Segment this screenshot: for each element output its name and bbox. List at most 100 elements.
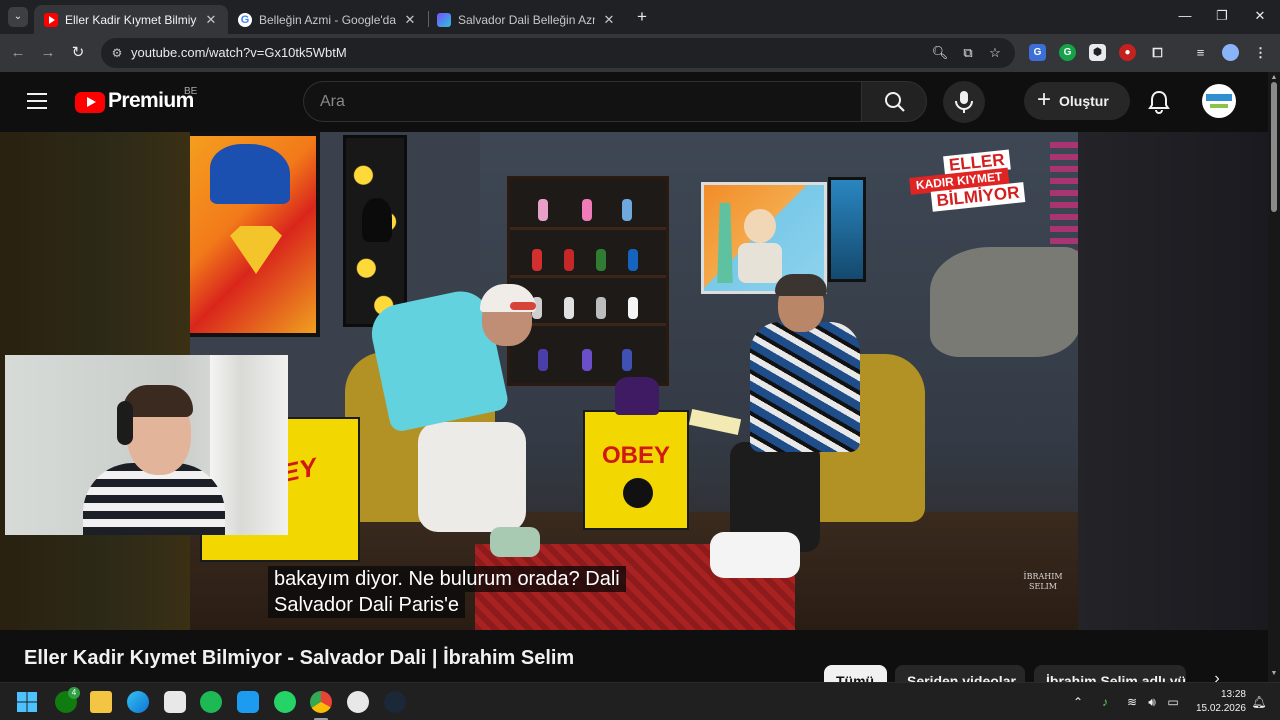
whatsapp-icon[interactable] xyxy=(274,691,296,713)
tab-salvador-dali[interactable]: Salvador Dali Belleğin Azmi Tab ✕ xyxy=(427,5,626,34)
install-app-icon[interactable]: ⧉ xyxy=(959,44,977,62)
helmet-figure xyxy=(362,198,392,242)
toy-figure xyxy=(628,249,638,271)
purple-sculpture xyxy=(615,377,659,415)
account-avatar[interactable] xyxy=(1202,84,1236,118)
signature-watermark: İBRAHIM SELIM xyxy=(1023,572,1063,591)
twitter-icon[interactable] xyxy=(237,691,259,713)
translate-extension-icon[interactable]: G xyxy=(1029,44,1046,61)
plus-icon: + xyxy=(1037,86,1052,113)
spotify-icon[interactable] xyxy=(200,691,222,713)
chrome-icon[interactable] xyxy=(310,691,332,713)
chip-all[interactable]: Tümü xyxy=(824,665,887,682)
microphone-tray-icon[interactable]: ♪ xyxy=(1096,693,1114,711)
scroll-down-icon[interactable]: ▼ xyxy=(1270,670,1278,678)
site-info-icon[interactable]: ⚙ xyxy=(109,45,125,61)
toy-figure xyxy=(628,297,638,319)
reload-icon[interactable]: ↻ xyxy=(68,43,88,63)
toy-figure xyxy=(564,249,574,271)
search-button[interactable] xyxy=(861,81,927,122)
youtube-brand[interactable]: Premium xyxy=(108,89,194,113)
address-url[interactable]: youtube.com/watch?v=Gx10tk5WbtM xyxy=(131,45,347,60)
clock-time: 13:28 xyxy=(1220,689,1246,700)
grammarly-extension-icon[interactable]: G xyxy=(1059,44,1076,61)
screen: ⌄ Eller Kadir Kıymet Bilmiyor - Sal ✕ G … xyxy=(0,0,1280,720)
zoom-icon[interactable]: 🔍︎ xyxy=(931,44,949,62)
minimize-icon[interactable]: — xyxy=(1176,6,1194,26)
scroll-up-icon[interactable]: ▲ xyxy=(1270,74,1278,82)
host-hair xyxy=(775,274,827,296)
back-arrow-icon[interactable]: ← xyxy=(8,43,28,63)
video-frame[interactable]: ELLER KADIR KIYMET BİLMİYOR OBEY OBEY xyxy=(190,132,1078,630)
toy-figure xyxy=(582,349,592,371)
voice-search-button[interactable] xyxy=(943,81,985,123)
toy-figure xyxy=(622,199,632,221)
page-scrollbar[interactable]: ▲ ▼ xyxy=(1268,72,1280,682)
spaceship-sculpture xyxy=(930,247,1078,357)
system-clock[interactable]: 13:28 15.02.2026 xyxy=(1192,688,1246,716)
tab-search-chevron-icon[interactable]: ⌄ xyxy=(8,7,28,27)
tab-close-icon[interactable]: ✕ xyxy=(403,12,417,28)
shelf-board xyxy=(510,323,666,326)
chip-uploader-videos[interactable]: İbrahim Selim adlı yükleyicid xyxy=(1034,665,1186,682)
notifications-bell-icon[interactable] xyxy=(1146,89,1172,115)
create-label: Oluştur xyxy=(1059,93,1109,109)
toy-figure xyxy=(596,249,606,271)
kid-body xyxy=(738,243,782,283)
tab-close-icon[interactable]: ✕ xyxy=(602,12,616,28)
toy-figure xyxy=(622,349,632,371)
video-title: Eller Kadir Kıymet Bilmiyor - Salvador D… xyxy=(24,647,575,669)
superman-artwork xyxy=(190,132,320,337)
volume-icon[interactable]: 🔊︎ xyxy=(1143,693,1161,711)
scrollbar-thumb[interactable] xyxy=(1271,82,1277,212)
browser-menu-icon[interactable]: ⋮ xyxy=(1252,44,1269,61)
forward-arrow-icon[interactable]: → xyxy=(38,43,58,63)
show-hidden-icons-chevron-icon[interactable]: ⌃ xyxy=(1069,693,1087,711)
toy-figure xyxy=(564,297,574,319)
statue-figure xyxy=(717,203,733,283)
microphone-icon xyxy=(955,91,973,113)
generic-favicon-icon xyxy=(437,12,451,27)
caption-line: Salvador Dali Paris'e xyxy=(268,592,466,618)
close-window-icon[interactable]: ✕ xyxy=(1251,6,1269,26)
new-tab-plus-icon[interactable]: + xyxy=(633,7,651,27)
extension-red-icon[interactable]: ● xyxy=(1119,44,1136,61)
microsoft-store-icon[interactable] xyxy=(164,691,186,713)
search-icon xyxy=(885,92,905,112)
battery-icon[interactable]: ▭ xyxy=(1164,693,1182,711)
bookmark-star-icon[interactable]: ☆ xyxy=(986,44,1004,62)
tab-close-icon[interactable]: ✕ xyxy=(204,12,218,28)
host-notes xyxy=(688,408,742,436)
obey-crate-center: OBEY xyxy=(583,410,689,530)
tab-google-search[interactable]: G Belleğin Azmi - Google'da Ara ✕ xyxy=(228,5,427,34)
tab-youtube-video[interactable]: Eller Kadir Kıymet Bilmiyor - Sal ✕ xyxy=(34,5,228,34)
steam-icon[interactable] xyxy=(384,691,406,713)
subtitle-captions[interactable]: bakayım diyor. Ne bulurum orada? Dali Sa… xyxy=(268,566,626,618)
search-box xyxy=(303,81,861,122)
extension-hex-icon[interactable]: ⬢ xyxy=(1089,44,1106,61)
reading-list-icon[interactable]: ≡ xyxy=(1192,44,1209,61)
file-explorer-icon[interactable] xyxy=(90,691,112,713)
windows-start-icon[interactable] xyxy=(16,691,38,713)
ducks-artwork xyxy=(343,135,407,327)
host-shirt xyxy=(750,322,860,452)
youtube-logo-icon[interactable] xyxy=(75,92,105,113)
edge-browser-icon[interactable] xyxy=(127,691,149,713)
notification-icon[interactable]: 🔔︎ xyxy=(1250,693,1268,711)
address-bar[interactable]: ⚙ youtube.com/watch?v=Gx10tk5WbtM 🔍︎ ⧉ ☆ xyxy=(101,38,1015,68)
windows-taskbar: 4 ⌃ ♪ ≋ 🔊︎ ▭ 13:28 15.02.2026 🔔︎ xyxy=(0,682,1280,720)
app-icon[interactable] xyxy=(347,691,369,713)
profile-avatar-icon[interactable] xyxy=(1222,44,1239,61)
restore-icon[interactable]: ❐ xyxy=(1213,6,1231,26)
chip-series-videos[interactable]: Seriden videolar xyxy=(895,665,1025,682)
tab-title: Belleğin Azmi - Google'da Ara xyxy=(259,12,396,27)
chevron-right-icon[interactable]: › xyxy=(1206,670,1228,682)
show-logo-overlay: ELLER KADIR KIYMET BİLMİYOR xyxy=(907,144,1064,220)
search-input[interactable] xyxy=(320,92,840,112)
kid-figure xyxy=(744,209,776,243)
hamburger-menu-icon[interactable] xyxy=(27,92,49,110)
wifi-icon[interactable]: ≋ xyxy=(1123,693,1141,711)
create-button[interactable]: + Oluştur xyxy=(1024,82,1130,120)
browser-toolbar: ← → ↻ ⚙ youtube.com/watch?v=Gx10tk5WbtM … xyxy=(0,34,1280,72)
extensions-puzzle-icon[interactable]: ⧠ xyxy=(1149,44,1166,61)
